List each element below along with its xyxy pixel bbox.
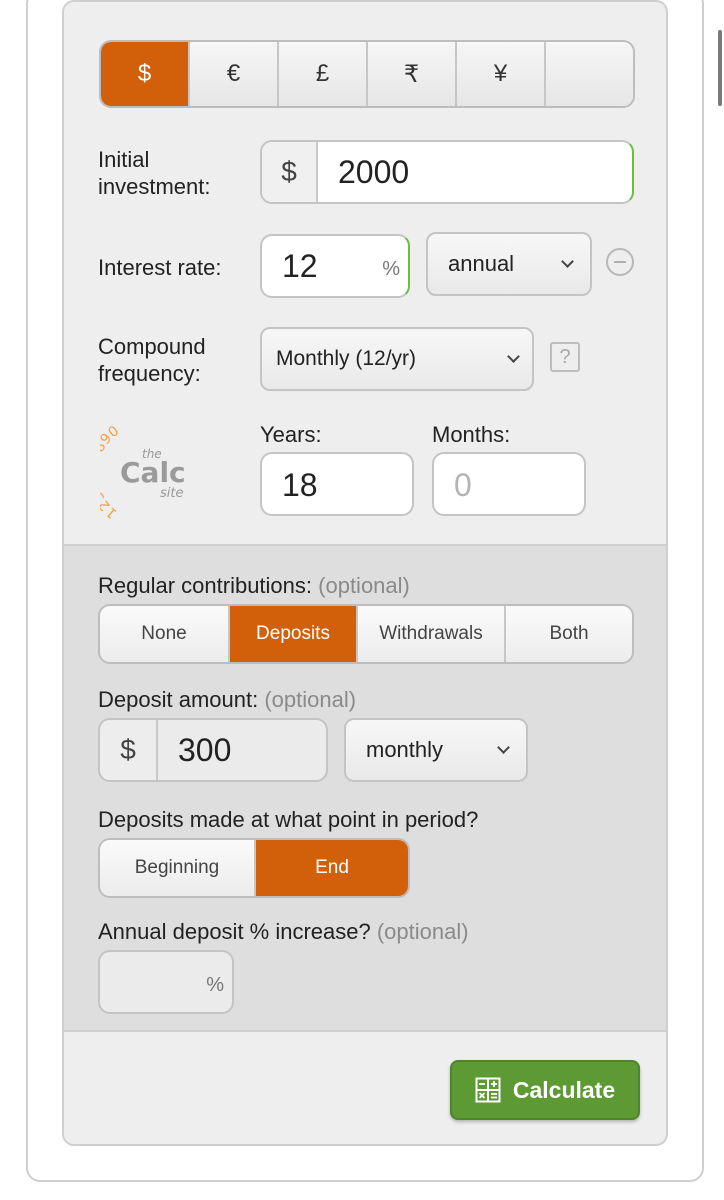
interest-period-value: annual [448, 251, 515, 276]
initial-investment-currency-prefix: $ [262, 142, 318, 202]
logo-site: site [160, 486, 184, 501]
initial-investment-label-line1: Initial [98, 147, 150, 172]
currency-selector: $ € £ ₹ ¥ [99, 40, 635, 108]
years-field[interactable]: 18 [260, 452, 414, 516]
initial-investment-label-line2: investment: [98, 174, 211, 199]
thecalcsite-logo: 1234567890 the Calc site [85, 420, 200, 522]
initial-investment-value[interactable]: 2000 [318, 142, 409, 202]
initial-investment-field[interactable]: $ 2000 [260, 140, 634, 204]
calculator-icon [475, 1077, 501, 1103]
currency-eur-button[interactable]: € [190, 42, 279, 106]
deposit-amount-field[interactable]: $ 300 [98, 718, 328, 782]
timing-end-button[interactable]: End [256, 840, 408, 896]
compound-frequency-select[interactable]: Monthly (12/yr) [260, 327, 534, 391]
years-value[interactable]: 18 [282, 467, 318, 504]
currency-jpy-button[interactable]: ¥ [457, 42, 546, 106]
annual-increase-text: Annual deposit % increase? [98, 919, 371, 944]
compound-frequency-value: Monthly (12/yr) [276, 347, 417, 370]
deposit-amount-optional: (optional) [264, 687, 357, 712]
calculate-button[interactable]: Calculate [450, 1060, 640, 1120]
contributions-section: Regular contributions: (optional) None D… [64, 544, 666, 1032]
deposit-timing-selector: Beginning End [98, 838, 410, 898]
currency-usd-button[interactable]: $ [101, 42, 190, 106]
compound-frequency-label-line2: frequency: [98, 361, 201, 386]
chevron-down-icon [507, 350, 520, 363]
interest-rate-field[interactable]: 12 % [260, 234, 410, 298]
regular-contributions-optional: (optional) [318, 573, 410, 598]
scrollbar-thumb[interactable] [718, 30, 722, 106]
deposit-currency-prefix: $ [100, 720, 158, 780]
chevron-down-icon [497, 741, 510, 754]
remove-rate-icon[interactable] [606, 248, 634, 276]
regular-contributions-label: Regular contributions: (optional) [98, 572, 410, 599]
contribution-none-button[interactable]: None [100, 606, 230, 662]
deposit-frequency-select[interactable]: monthly [344, 718, 528, 782]
deposit-amount-label: Deposit amount: (optional) [98, 686, 356, 713]
logo-calc: Calc [120, 456, 186, 489]
deposit-amount-value[interactable]: 300 [158, 720, 231, 780]
months-field[interactable]: 0 [432, 452, 586, 516]
contribution-both-button[interactable]: Both [506, 606, 632, 662]
interest-rate-label: Interest rate: [98, 255, 222, 280]
deposit-timing-label: Deposits made at what point in period? [98, 807, 479, 832]
months-placeholder: 0 [454, 467, 472, 503]
deposit-frequency-value: monthly [366, 737, 444, 762]
compound-frequency-label: Compound frequency: [98, 333, 206, 387]
interest-rate-percent-suffix: % [382, 258, 400, 280]
currency-inr-button[interactable]: ₹ [368, 42, 457, 106]
months-label: Months: [432, 422, 511, 447]
regular-contributions-text: Regular contributions: [98, 573, 313, 598]
annual-increase-label: Annual deposit % increase? (optional) [98, 918, 469, 945]
contribution-deposits-button[interactable]: Deposits [230, 606, 358, 662]
interest-period-select[interactable]: annual [426, 232, 592, 296]
initial-investment-label: Initial investment: [98, 146, 211, 200]
chevron-down-icon [561, 255, 574, 268]
compound-frequency-label-line1: Compound [98, 334, 206, 359]
calculate-label: Calculate [512, 1076, 616, 1103]
years-label: Years: [260, 422, 322, 447]
timing-beginning-button[interactable]: Beginning [100, 840, 256, 896]
interest-rate-value[interactable]: 12 [282, 248, 318, 285]
contribution-withdrawals-button[interactable]: Withdrawals [358, 606, 506, 662]
annual-increase-percent-suffix: % [206, 974, 224, 996]
contribution-type-selector: None Deposits Withdrawals Both [98, 604, 634, 664]
annual-increase-optional: (optional) [376, 919, 469, 944]
calculator-panel: $ € £ ₹ ¥ Initial investment: $ 2000 Int… [62, 0, 668, 1146]
currency-gbp-button[interactable]: £ [279, 42, 368, 106]
deposit-amount-text: Deposit amount: [98, 687, 259, 712]
currency-blank-button[interactable] [546, 42, 633, 106]
annual-increase-field[interactable]: % [98, 950, 234, 1014]
help-icon[interactable]: ? [550, 342, 580, 372]
